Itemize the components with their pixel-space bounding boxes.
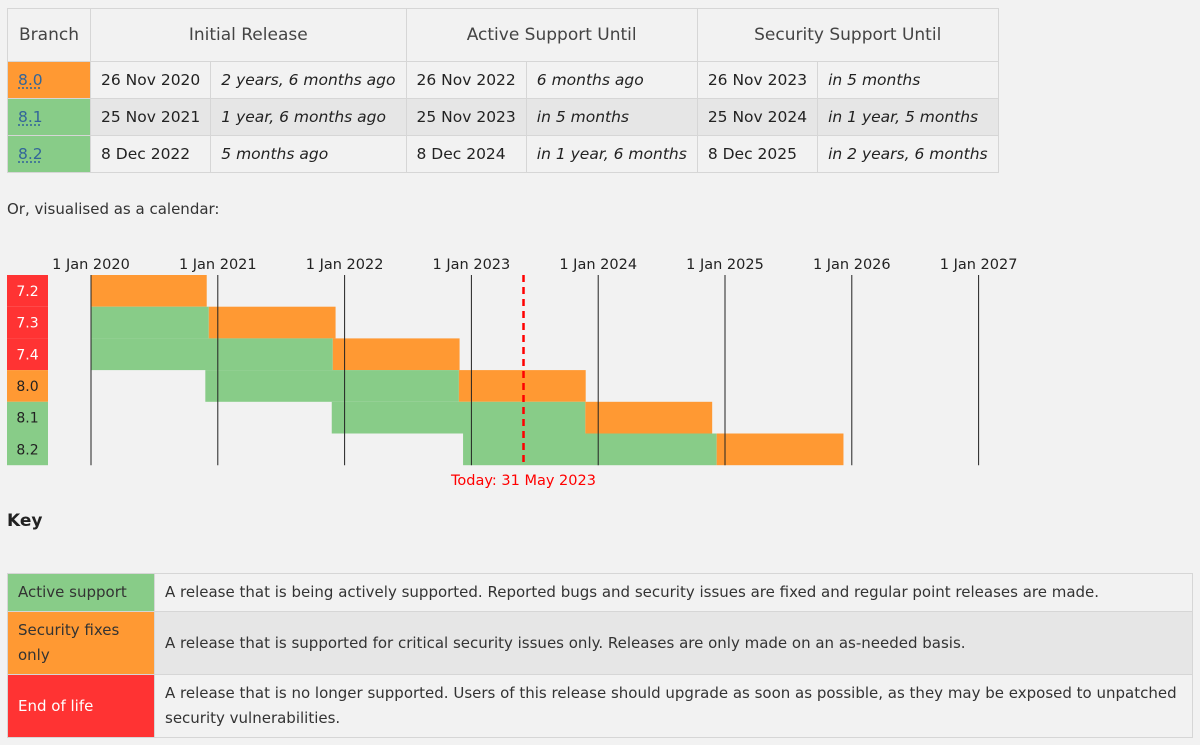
security-support-relative: in 1 year, 5 months (817, 98, 999, 136)
branch-label: 7.2 (16, 284, 38, 300)
initial-release-date: 8 Dec 2022 (89, 135, 212, 173)
x-tick-label: 1 Jan 2023 (433, 257, 511, 273)
security-support-bar-7.2 (91, 275, 207, 307)
initial-release-relative: 5 months ago (210, 135, 407, 173)
key-label-eol: End of life (7, 674, 155, 738)
today-label: Today: 31 May 2023 (450, 473, 596, 489)
branch-label: 8.1 (16, 411, 38, 427)
header-initial-release: Initial Release (90, 8, 407, 62)
header-branch: Branch (7, 8, 91, 62)
branch-label: 7.3 (16, 316, 38, 332)
active-support-date: 8 Dec 2024 (405, 135, 527, 173)
active-support-bar-7.3 (91, 306, 209, 339)
table-row: 8.1 25 Nov 2021 1 year, 6 months ago 25 … (7, 98, 999, 136)
branch-label: 8.0 (16, 379, 38, 395)
header-security-support: Security Support Until (696, 8, 999, 62)
security-support-bar-8.2 (716, 433, 844, 466)
branch-link-8-0[interactable]: 8.0 (18, 71, 43, 89)
initial-release-relative: 1 year, 6 months ago (210, 98, 407, 136)
key-row: Active support A release that is being a… (7, 573, 1193, 612)
x-tick-label: 1 Jan 2022 (306, 257, 384, 273)
key-description: A release that is being actively support… (154, 573, 1193, 612)
branch-cell: 8.1 (7, 98, 91, 136)
x-tick-label: 1 Jan 2025 (686, 257, 764, 273)
x-tick-label: 1 Jan 2020 (52, 257, 130, 273)
security-support-bar-7.4 (332, 338, 460, 371)
security-support-relative: in 5 months (817, 61, 999, 99)
key-table: Active support A release that is being a… (7, 573, 1193, 738)
key-label-security: Security fixes only (7, 611, 155, 675)
table-row: 8.0 26 Nov 2020 2 years, 6 months ago 26… (7, 61, 999, 99)
security-support-relative: in 2 years, 6 months (817, 135, 999, 173)
active-support-date: 26 Nov 2022 (405, 61, 527, 99)
header-active-support: Active Support Until (405, 8, 698, 62)
supported-versions-table: Branch Initial Release Active Support Un… (7, 8, 999, 173)
branch-label: 8.2 (16, 442, 38, 458)
initial-release-relative: 2 years, 6 months ago (210, 61, 407, 99)
calendar-intro-text: Or, visualised as a calendar: (7, 200, 220, 218)
branch-cell: 8.0 (7, 61, 91, 99)
branch-cell: 8.2 (7, 135, 91, 173)
active-support-bar-7.4 (91, 338, 333, 371)
key-row: End of life A release that is no longer … (7, 674, 1193, 738)
active-support-bar-8.0 (205, 370, 459, 402)
x-tick-label: 1 Jan 2021 (179, 257, 257, 273)
key-label-active: Active support (7, 573, 155, 612)
active-support-relative: 6 months ago (525, 61, 698, 99)
key-description: A release that is no longer supported. U… (154, 674, 1193, 738)
security-support-date: 26 Nov 2023 (696, 61, 819, 99)
active-support-relative: in 1 year, 6 months (525, 135, 698, 173)
key-row: Security fixes only A release that is su… (7, 611, 1193, 675)
branch-link-8-2[interactable]: 8.2 (18, 145, 43, 163)
security-support-date: 25 Nov 2024 (696, 98, 819, 136)
support-calendar-chart: 1 Jan 2020 1 Jan 2021 1 Jan 2022 1 Jan 2023… (7, 257, 1018, 489)
table-row: 8.2 8 Dec 2022 5 months ago 8 Dec 2024 i… (7, 135, 999, 173)
x-tick-label: 1 Jan 2024 (559, 257, 637, 273)
x-tick-label: 1 Jan 2027 (940, 257, 1018, 273)
active-support-bar-8.1 (331, 401, 586, 434)
active-support-bar-8.2 (463, 433, 717, 466)
branch-label: 7.4 (16, 347, 38, 363)
branch-link-8-1[interactable]: 8.1 (18, 108, 43, 126)
security-support-bar-8.1 (585, 401, 713, 434)
initial-release-date: 25 Nov 2021 (89, 98, 212, 136)
security-support-date: 8 Dec 2025 (696, 135, 819, 173)
key-description: A release that is supported for critical… (154, 611, 1193, 675)
active-support-relative: in 5 months (525, 98, 698, 136)
key-heading: Key (7, 511, 43, 531)
x-tick-label: 1 Jan 2026 (813, 257, 891, 273)
initial-release-date: 26 Nov 2020 (89, 61, 212, 99)
active-support-date: 25 Nov 2023 (405, 98, 527, 136)
security-support-bar-7.3 (208, 306, 336, 339)
